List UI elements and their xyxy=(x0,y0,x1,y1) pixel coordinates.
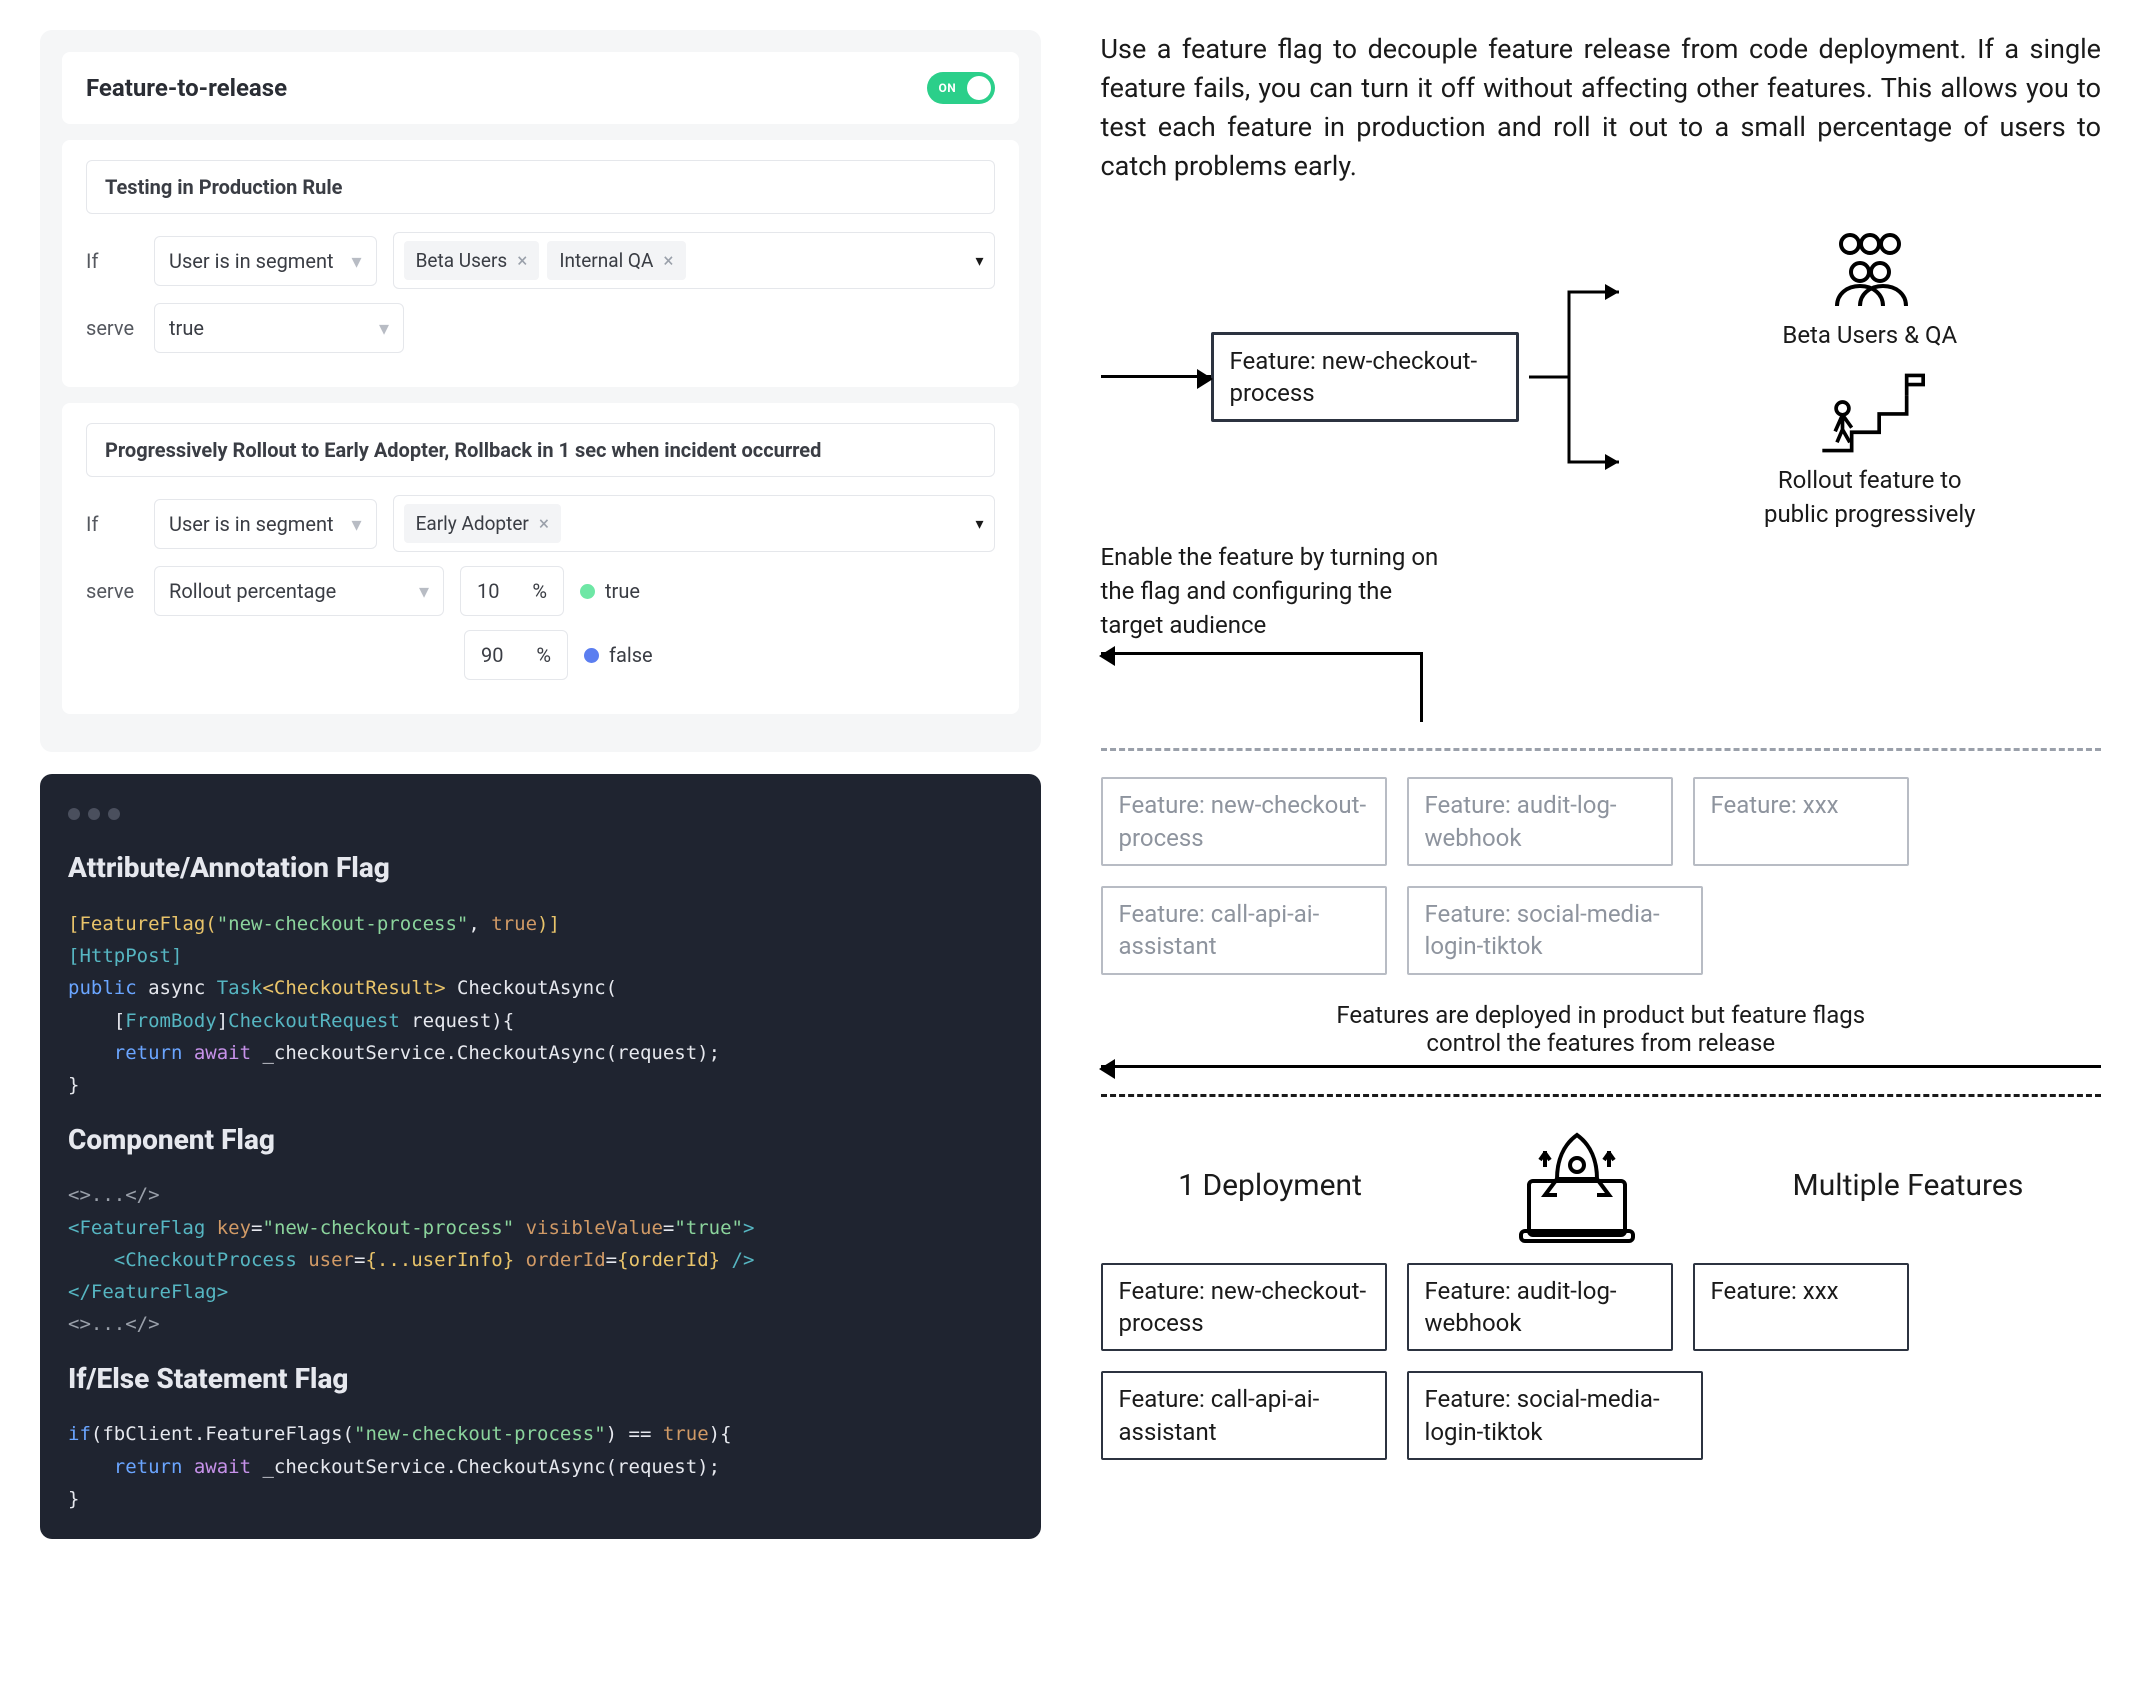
code-card: Attribute/Annotation Flag [FeatureFlag("… xyxy=(40,774,1041,1539)
rule-title: Progressively Rollout to Early Adopter, … xyxy=(86,423,995,477)
serve-mode-select[interactable]: Rollout percentage ▾ xyxy=(154,566,444,616)
percentage-input[interactable]: 90% xyxy=(464,630,568,680)
flow-diagram: Feature: new-checkout-process Beta Users… xyxy=(1101,223,2102,1461)
dot-false-icon xyxy=(584,648,599,663)
dashed-divider xyxy=(1101,1094,2102,1097)
condition-value: User is in segment xyxy=(169,512,334,536)
enable-label: Enable the feature by turning on the fla… xyxy=(1101,541,1439,642)
if-label: If xyxy=(86,512,138,536)
panel-header: Feature-to-release ON xyxy=(62,52,1019,124)
multiple-features-label: Multiple Features xyxy=(1793,1165,2024,1207)
chip-beta-users[interactable]: Beta Users× xyxy=(404,241,540,280)
condition-value: User is in segment xyxy=(169,249,334,273)
rule-card-rollout: Progressively Rollout to Early Adopter, … xyxy=(62,403,1019,714)
feature-box-grey: Feature: social-media-login-tiktok xyxy=(1407,886,1703,975)
deployed-features: Feature: new-checkout-process Feature: a… xyxy=(1101,777,2102,975)
code-heading-ifelse: If/Else Statement Flag xyxy=(68,1355,1013,1403)
right-column: Use a feature flag to decouple feature r… xyxy=(1101,30,2102,1539)
stairs-flag-icon xyxy=(1639,368,2102,464)
segment-tags-input[interactable]: Early Adopter× ▾ xyxy=(393,495,995,552)
feature-box: Feature: new-checkout-process xyxy=(1101,1263,1387,1352)
beta-users-label: Beta Users & QA xyxy=(1639,319,2102,353)
chevron-down-icon: ▾ xyxy=(379,316,389,340)
arrow-right-icon xyxy=(1101,375,1211,378)
rule-title: Testing in Production Rule xyxy=(86,160,995,214)
percentage-input[interactable]: 10% xyxy=(460,566,564,616)
chevron-down-icon: ▾ xyxy=(419,579,429,603)
serve-label: serve xyxy=(86,316,138,340)
deployed-note: Features are deployed in product but fea… xyxy=(1101,1001,2102,1029)
feature-box-grey: Feature: new-checkout-process xyxy=(1101,777,1387,866)
feature-box: Feature: xxx xyxy=(1693,1263,1909,1352)
arrow-left-long-icon xyxy=(1101,1065,2102,1068)
toggle-on-label: ON xyxy=(931,81,957,95)
panel-title: Feature-to-release xyxy=(86,74,287,102)
chevron-down-icon: ▾ xyxy=(975,514,983,533)
arrow-left-icon xyxy=(1101,652,1421,655)
feature-toggle[interactable]: ON xyxy=(927,72,995,104)
close-icon[interactable]: × xyxy=(517,249,527,272)
left-column: Feature-to-release ON Testing in Product… xyxy=(40,30,1041,1539)
deployed-note: control the features from release xyxy=(1101,1029,2102,1057)
close-icon[interactable]: × xyxy=(663,249,673,272)
rollout-label: Rollout feature to public progressively xyxy=(1639,464,2102,531)
code-heading-component: Component Flag xyxy=(68,1116,1013,1164)
feature-box: Feature: call-api-ai-assistant xyxy=(1101,1371,1387,1460)
chevron-down-icon: ▾ xyxy=(975,251,983,270)
users-icon xyxy=(1639,223,2102,319)
if-label: If xyxy=(86,249,138,273)
close-icon[interactable]: × xyxy=(539,512,549,535)
rocket-deploy-icon xyxy=(1517,1123,1637,1249)
serve-mode-value: Rollout percentage xyxy=(169,579,336,603)
dashed-divider xyxy=(1101,748,2102,751)
rule-card-testing: Testing in Production Rule If User is in… xyxy=(62,140,1019,387)
feature-box: Feature: audit-log-webhook xyxy=(1407,1263,1673,1352)
feature-box: Feature: social-media-login-tiktok xyxy=(1407,1371,1703,1460)
arrow-fork-icon xyxy=(1519,257,1639,497)
window-dots-icon xyxy=(68,798,1013,830)
dot-true-icon xyxy=(580,584,595,599)
toggle-knob xyxy=(967,76,991,100)
serve-label: serve xyxy=(86,579,138,603)
serve-select[interactable]: true ▾ xyxy=(154,303,404,353)
one-deployment-label: 1 Deployment xyxy=(1178,1165,1362,1207)
chevron-down-icon: ▾ xyxy=(352,512,362,536)
condition-select[interactable]: User is in segment ▾ xyxy=(154,499,377,549)
serve-value: true xyxy=(169,316,204,340)
intro-paragraph: Use a feature flag to decouple feature r… xyxy=(1101,30,2102,187)
chip-early-adopter[interactable]: Early Adopter× xyxy=(404,504,561,543)
chip-internal-qa[interactable]: Internal QA× xyxy=(547,241,685,280)
feature-box-grey: Feature: audit-log-webhook xyxy=(1407,777,1673,866)
condition-select[interactable]: User is in segment ▾ xyxy=(154,236,377,286)
serve-option-true: true xyxy=(580,579,640,603)
feature-boxes: Feature: new-checkout-process Feature: a… xyxy=(1101,1263,2102,1461)
feature-box-grey: Feature: call-api-ai-assistant xyxy=(1101,886,1387,975)
feature-box-grey: Feature: xxx xyxy=(1693,777,1909,866)
serve-option-false: false xyxy=(584,643,653,667)
chevron-down-icon: ▾ xyxy=(352,249,362,273)
feature-flag-panel: Feature-to-release ON Testing in Product… xyxy=(40,30,1041,752)
code-heading-attribute: Attribute/Annotation Flag xyxy=(68,844,1013,892)
feature-box-active: Feature: new-checkout-process xyxy=(1211,332,1519,423)
segment-tags-input[interactable]: Beta Users× Internal QA× ▾ xyxy=(393,232,995,289)
